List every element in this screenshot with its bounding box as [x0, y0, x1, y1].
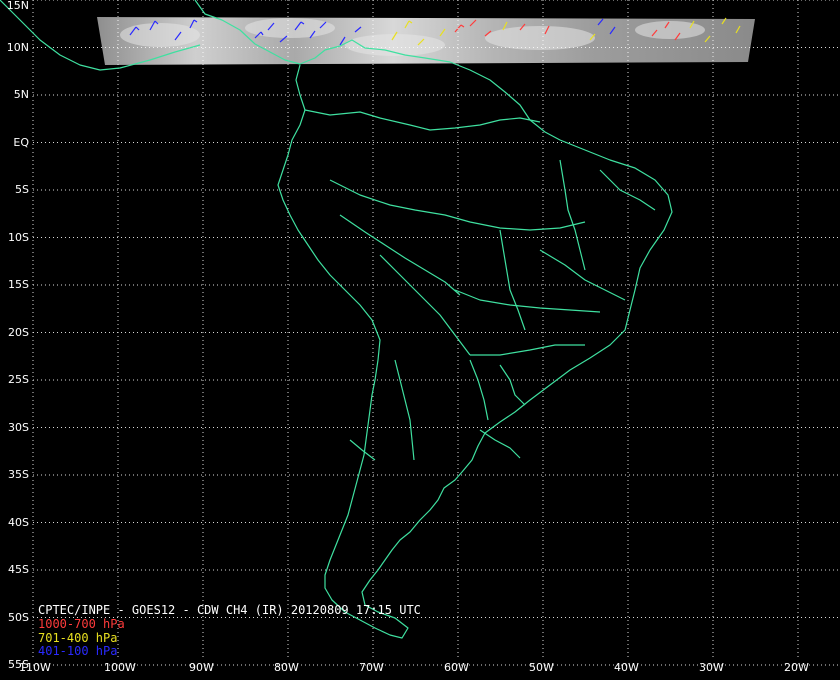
lon-label: 90W	[189, 661, 214, 674]
lat-label: 5S	[15, 183, 29, 196]
lat-label: 15N	[6, 0, 29, 12]
lat-label: EQ	[13, 135, 29, 149]
lat-label: 25S	[8, 373, 29, 386]
lon-label: 40W	[614, 661, 639, 674]
legend-item-1000-700: 1000-700 hPa	[38, 617, 125, 631]
lat-lon-grid	[32, 0, 840, 666]
lat-label: 40S	[8, 515, 29, 529]
legend-item-701-400: 701-400 hPa	[38, 631, 118, 645]
lon-label: 60W	[444, 661, 469, 674]
lat-label: 10S	[8, 230, 29, 244]
lat-label: 15S	[8, 278, 29, 291]
lat-label: 20S	[8, 325, 29, 339]
south-america-coastline	[0, 0, 673, 639]
lat-label: 30S	[8, 420, 29, 434]
lat-label: 10N	[6, 40, 29, 54]
map-svg	[0, 0, 840, 666]
lon-label: 20W	[784, 661, 809, 674]
lon-label: 110W	[19, 661, 51, 674]
legend-item-401-100: 401-100 hPa	[38, 644, 118, 658]
lon-label: 70W	[359, 661, 384, 674]
map-title: CPTEC/INPE - GOES12 - CDW CH4 (IR) 20120…	[38, 603, 421, 617]
map-canvas: 15N 10N 5N EQ 5S 10S 15S 20S 25S 30S 35S 40S 45S 50S 5…	[0, 0, 840, 680]
lat-label: 5N	[13, 88, 29, 101]
lon-label: 50W	[529, 661, 554, 674]
lat-label: 35S	[8, 468, 29, 481]
lon-label: 30W	[699, 661, 724, 674]
lat-label: 50S	[8, 610, 29, 624]
lon-label: 80W	[274, 661, 299, 674]
lat-label: 45S	[8, 563, 29, 576]
lon-label: 100W	[104, 661, 136, 674]
